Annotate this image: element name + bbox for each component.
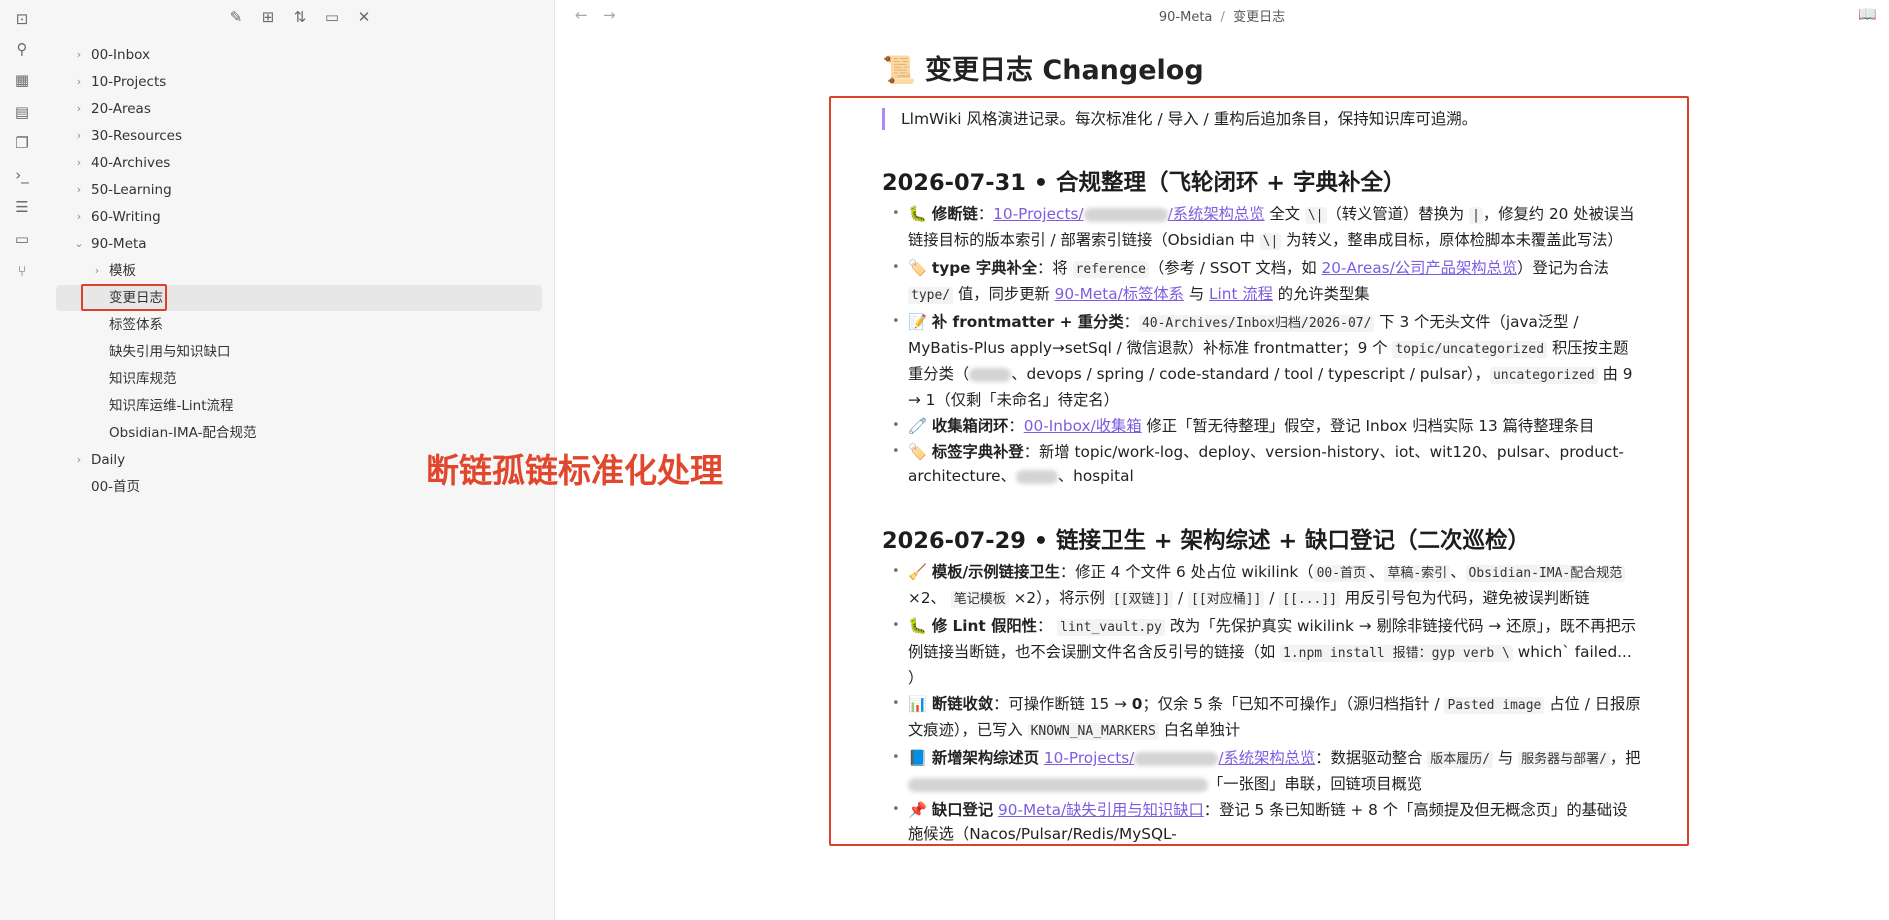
tree-item[interactable]: › 模板	[44, 258, 544, 284]
vault-icon[interactable]: ⊡	[13, 10, 31, 28]
sort-icon[interactable]: ⇅	[290, 7, 310, 27]
tree-item-label: 30-Resources	[91, 128, 182, 144]
tree-item-label: 50-Learning	[91, 182, 172, 198]
breadcrumb-folder[interactable]: 90-Meta	[1159, 10, 1213, 25]
tree-item-label: 20-Areas	[91, 101, 151, 117]
highlight-box-content	[829, 96, 1689, 846]
highlight-box-file	[81, 284, 167, 311]
canvas-icon[interactable]: ▦	[13, 71, 31, 89]
tree-item-label: 缺失引用与知识缺口	[109, 344, 231, 360]
tree-item[interactable]: 知识库规范	[44, 366, 544, 392]
breadcrumb-separator: /	[1220, 10, 1225, 25]
tree-item-label: 知识库运维-Lint流程	[109, 398, 234, 414]
chevron-right-icon[interactable]: ›	[72, 177, 86, 203]
page-title: 📜 变更日志 Changelog	[882, 48, 1642, 94]
copy-icon[interactable]: ❐	[13, 134, 31, 152]
graph-icon[interactable]: ⚲	[13, 40, 31, 58]
chevron-right-icon[interactable]: ›	[72, 447, 86, 473]
breadcrumb-file[interactable]: 变更日志	[1233, 10, 1285, 25]
tree-item-label: 40-Archives	[91, 155, 171, 171]
chevron-down-icon[interactable]: ⌄	[72, 231, 86, 257]
collapse-all-icon[interactable]: ✕	[354, 7, 374, 27]
tree-item[interactable]: 标签体系	[44, 312, 544, 338]
tree-item-label: 60-Writing	[91, 209, 161, 225]
chevron-right-icon[interactable]: ›	[72, 123, 86, 149]
terminal-icon[interactable]: ›_	[13, 166, 31, 184]
tree-item[interactable]: › 30-Resources	[44, 123, 544, 149]
tree-item-label: 00-Inbox	[91, 47, 150, 63]
tree-item-label: 知识库规范	[109, 371, 177, 387]
new-note-icon[interactable]: ✎	[226, 7, 246, 27]
git-icon[interactable]: ⑂	[13, 262, 31, 280]
annotation-label: 断链孤链标准化处理	[426, 451, 723, 490]
tree-item[interactable]: Obsidian-IMA-配合规范	[44, 420, 544, 446]
tree-item[interactable]: › 20-Areas	[44, 96, 544, 122]
chevron-right-icon[interactable]: ›	[72, 42, 86, 68]
tree-item-label: 90-Meta	[91, 236, 147, 252]
left-ribbon: ⊡ ⚲ ▦ ▤ ❐ ›_ ☰ ▭ ⑂	[0, 0, 45, 920]
chevron-right-icon[interactable]: ›	[72, 204, 86, 230]
tree-item[interactable]: › 50-Learning	[44, 177, 544, 203]
calendar-icon[interactable]: ▤	[13, 103, 31, 121]
scroll-icon: 📜	[882, 55, 916, 86]
page-title-text: 变更日志 Changelog	[925, 55, 1204, 86]
tree-item-label: Daily	[91, 452, 126, 468]
chevron-right-icon[interactable]: ›	[72, 96, 86, 122]
tree-item-label: 标签体系	[109, 317, 163, 333]
tree-item[interactable]: › 60-Writing	[44, 204, 544, 230]
tree-item-label: 10-Projects	[91, 74, 167, 90]
outline-icon[interactable]: ☰	[13, 198, 31, 216]
chevron-right-icon[interactable]: ›	[72, 150, 86, 176]
tree-item[interactable]: › 00-Inbox	[44, 42, 544, 68]
chevron-right-icon[interactable]: ›	[72, 69, 86, 95]
new-folder-icon[interactable]: ⊞	[258, 7, 278, 27]
tree-item-label: Obsidian-IMA-配合规范	[109, 425, 257, 441]
layout-icon[interactable]: ▭	[13, 230, 31, 248]
tree-item[interactable]: › 40-Archives	[44, 150, 544, 176]
breadcrumb: 90-Meta / 变更日志	[555, 6, 1889, 25]
tree-item[interactable]: 缺失引用与知识缺口	[44, 339, 544, 365]
reading-view-icon[interactable]: 📖	[1858, 5, 1877, 23]
tree-item[interactable]: › 10-Projects	[44, 69, 544, 95]
tree-item-label: 模板	[109, 263, 136, 279]
collapse-view-icon[interactable]: ▭	[322, 7, 342, 27]
tree-item[interactable]: ⌄ 90-Meta	[44, 231, 544, 257]
explorer-toolbar: ✎ ⊞ ⇅ ▭ ✕	[44, 0, 554, 34]
tree-item[interactable]: 知识库运维-Lint流程	[44, 393, 544, 419]
chevron-right-icon[interactable]: ›	[90, 258, 104, 284]
tree-item-label: 00-首页	[91, 479, 141, 495]
